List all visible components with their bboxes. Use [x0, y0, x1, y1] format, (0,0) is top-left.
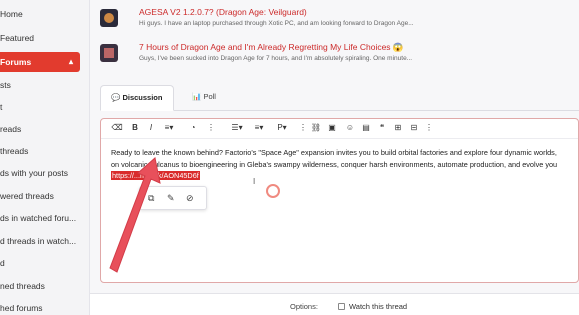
watch-thread-checkbox[interactable]: [338, 303, 345, 310]
paragraph-icon[interactable]: P▾: [276, 123, 288, 132]
sidebar-item-label: Forums: [0, 57, 32, 67]
tab-label: Discussion: [122, 93, 163, 102]
thread-title[interactable]: 7 Hours of Dragon Age and I'm Already Re…: [139, 42, 404, 53]
sidebar-item-threads[interactable]: reads: [0, 124, 90, 134]
editor-content[interactable]: Ready to leave the known behind? Factori…: [111, 147, 579, 182]
thread-thumbnail-icon: [100, 44, 118, 62]
edit-pencil-icon[interactable]: ✎: [167, 193, 175, 204]
sidebar: Home Featured Forums ▴ sts t reads threa…: [0, 0, 90, 315]
selected-link[interactable]: https://...me.ink/AON45D6f: [111, 171, 200, 180]
more-options-icon[interactable]: ⋮: [205, 123, 217, 132]
table-icon[interactable]: ⊟: [408, 123, 420, 132]
sidebar-item-forums[interactable]: Forums ▴: [0, 52, 80, 72]
watch-thread-label[interactable]: Watch this thread: [349, 302, 407, 311]
italic-icon[interactable]: I: [145, 123, 157, 132]
sidebar-item-watched-threads-unread[interactable]: d threads in watch...: [0, 236, 90, 246]
bold-icon[interactable]: B: [129, 123, 141, 132]
sidebar-item-watched-forums[interactable]: hed forums: [0, 303, 90, 313]
chat-icon: 💬: [111, 93, 121, 102]
more-options-icon[interactable]: ⋮: [297, 123, 309, 132]
more-options-icon[interactable]: ⋮: [423, 123, 435, 132]
sidebar-item-featured[interactable]: Featured: [0, 33, 90, 43]
tab-discussion[interactable]: 💬 Discussion: [100, 85, 174, 111]
tab-poll[interactable]: 📊 Poll: [182, 85, 216, 111]
unlink-icon[interactable]: ⊘: [186, 193, 194, 204]
click-indicator: [266, 184, 280, 198]
thread-snippet: Guys, I've been sucked into Dragon Age f…: [139, 55, 413, 62]
sidebar-item-watched-forums-threads[interactable]: ds in watched foru...: [0, 213, 90, 223]
editor-toolbar: ⌫ B I ≡▾ ◔ ⋮ ☰▾ ≡▾ P▾ ⋮ ⛓ ▣ ☺ ▤ ❝ ⊞ ⊟ ⋮: [101, 119, 578, 139]
bar-chart-icon: 📊: [192, 92, 202, 101]
sidebar-item-watched-threads[interactable]: ned threads: [0, 281, 90, 291]
image-icon[interactable]: ▣: [326, 123, 338, 132]
options-label: Options:: [290, 302, 318, 311]
main-content: AGESA V2 1.2.0.7? (Dragon Age: Veilguard…: [90, 0, 579, 315]
chevron-up-icon[interactable]: ▴: [69, 52, 73, 72]
align-icon[interactable]: ≡▾: [253, 123, 265, 132]
list-icon[interactable]: ☰▾: [231, 123, 243, 132]
eraser-icon[interactable]: ⌫: [111, 123, 123, 132]
text-size-icon[interactable]: ≡▾: [163, 123, 175, 132]
thread-title[interactable]: AGESA V2 1.2.0.7? (Dragon Age: Veilguard…: [139, 7, 307, 17]
palette-icon[interactable]: ◔: [187, 123, 199, 132]
message-editor[interactable]: ⌫ B I ≡▾ ◔ ⋮ ☰▾ ≡▾ P▾ ⋮ ⛓ ▣ ☺ ▤ ❝ ⊞ ⊟ ⋮ …: [100, 118, 579, 283]
thread-snippet: Hi guys. I have an laptop purchased thro…: [139, 20, 414, 27]
quote-icon[interactable]: ❝: [376, 123, 388, 132]
open-link-icon[interactable]: ⧉: [148, 193, 154, 204]
sidebar-item-new-posts[interactable]: sts: [0, 80, 90, 90]
code-icon[interactable]: ⊞: [392, 123, 404, 132]
sidebar-item-unanswered[interactable]: wered threads: [0, 191, 90, 201]
sidebar-item-watched[interactable]: d: [0, 258, 90, 268]
emoji-icon[interactable]: ☺: [344, 123, 356, 132]
thread-thumbnail-icon: [100, 9, 118, 27]
text-cursor-icon: I: [253, 177, 256, 186]
media-icon[interactable]: ▤: [360, 123, 372, 132]
sidebar-item-home[interactable]: Home: [0, 9, 90, 19]
tab-label: Poll: [203, 92, 216, 101]
editor-line: Ready to leave the known behind? Factori…: [111, 148, 557, 157]
sidebar-item-latest[interactable]: t: [0, 102, 90, 112]
editor-tabs: 💬 Discussion 📊 Poll: [100, 85, 579, 111]
sidebar-item-threads-with-posts[interactable]: ds with your posts: [0, 168, 90, 178]
link-icon[interactable]: ⛓: [310, 123, 322, 132]
link-popup: ⧉ ✎ ⊘: [139, 186, 207, 210]
editor-line: on volcanic Vulcanus to bioengineering i…: [111, 159, 558, 169]
sidebar-item-your-threads[interactable]: threads: [0, 146, 90, 156]
options-bar: Options: Watch this thread: [90, 293, 579, 315]
